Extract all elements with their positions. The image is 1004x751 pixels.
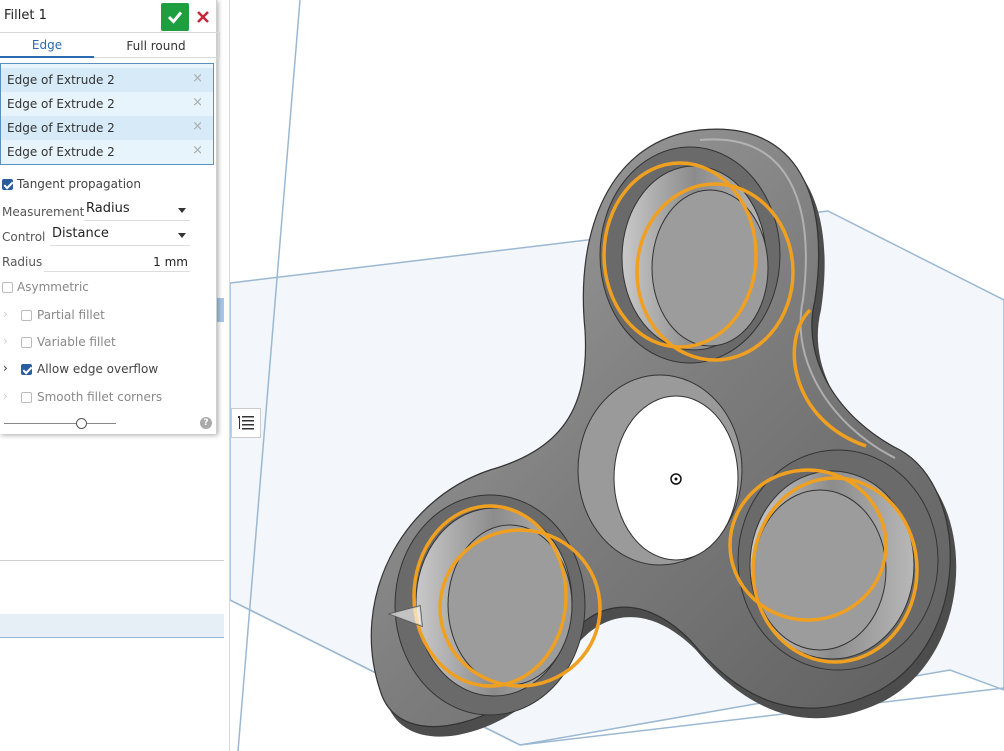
variable-fillet-checkbox[interactable]: [21, 337, 32, 348]
selection-label: Edge of Extrude 2: [7, 145, 115, 159]
chevron-down-icon: [178, 208, 186, 213]
feature-list-icon: [238, 416, 254, 430]
chevron-down-icon: [178, 233, 186, 238]
partial-fillet-label: Partial fillet: [37, 308, 105, 322]
slider-handle[interactable]: [76, 418, 87, 429]
chevron-right-icon[interactable]: ›: [3, 361, 8, 375]
feature-list-highlight-row[interactable]: [0, 614, 224, 638]
asymmetric-checkbox[interactable]: [2, 282, 13, 293]
control-label: Control: [2, 230, 46, 244]
panel-divider: [0, 560, 224, 561]
control-select[interactable]: Distance: [50, 224, 190, 246]
bearing-top[interactable]: [599, 146, 781, 364]
confirm-button[interactable]: [161, 3, 189, 31]
remove-selection-button[interactable]: ×: [192, 143, 203, 158]
tangent-propagation-checkbox[interactable]: [2, 179, 13, 190]
edge-selection-list[interactable]: Edge of Extrude 2 × Edge of Extrude 2 × …: [0, 63, 214, 165]
list-item[interactable]: Edge of Extrude 2 ×: [1, 68, 213, 92]
fillet-dialog: Fillet 1 Edge Full round Edge of Extrude…: [0, 0, 220, 434]
remove-selection-button[interactable]: ×: [192, 71, 203, 86]
list-item[interactable]: Edge of Extrude 2 ×: [1, 140, 213, 164]
allow-edge-overflow-checkbox[interactable]: [21, 364, 32, 375]
allow-edge-overflow-label: Allow edge overflow: [37, 362, 159, 376]
measurement-value: Radius: [86, 201, 130, 216]
tolerance-slider[interactable]: [4, 418, 116, 429]
model-scene[interactable]: [230, 0, 1004, 751]
smooth-fillet-corners-label: Smooth fillet corners: [37, 390, 163, 404]
variable-fillet-label: Variable fillet: [37, 335, 116, 349]
dialog-header: Fillet 1: [0, 0, 217, 32]
check-icon: [167, 11, 183, 24]
help-icon[interactable]: ?: [200, 417, 212, 429]
smooth-fillet-corners-checkbox[interactable]: [21, 392, 32, 403]
close-icon: [197, 11, 209, 23]
graphics-viewport[interactable]: [230, 0, 1004, 751]
chevron-right-icon[interactable]: ›: [3, 389, 8, 403]
asymmetric-label: Asymmetric: [17, 280, 89, 294]
selection-label: Edge of Extrude 2: [7, 97, 115, 111]
feature-list-toggle-button[interactable]: [231, 408, 261, 438]
chevron-right-icon[interactable]: ›: [3, 334, 8, 348]
radius-value: 1 mm: [153, 255, 188, 269]
radius-label: Radius: [2, 255, 43, 269]
tangent-propagation-label: Tangent propagation: [17, 177, 141, 191]
fillet-type-tabs: Edge Full round: [0, 32, 220, 58]
panel-scroll-marker: [216, 298, 224, 322]
selection-label: Edge of Extrude 2: [7, 73, 115, 87]
tab-full-round[interactable]: Full round: [94, 33, 218, 58]
center-hub[interactable]: [577, 374, 743, 566]
list-item[interactable]: Edge of Extrude 2 ×: [1, 116, 213, 140]
selection-label: Edge of Extrude 2: [7, 121, 115, 135]
remove-selection-button[interactable]: ×: [192, 95, 203, 110]
chevron-right-icon[interactable]: ›: [3, 307, 8, 321]
measurement-label: Measurement: [2, 205, 85, 219]
tab-edge[interactable]: Edge: [0, 33, 94, 58]
measurement-select[interactable]: Radius: [84, 199, 190, 221]
cancel-button[interactable]: [192, 6, 214, 28]
list-item[interactable]: Edge of Extrude 2 ×: [1, 92, 213, 116]
radius-input[interactable]: 1 mm: [44, 252, 190, 272]
dialog-title: Fillet 1: [4, 8, 47, 23]
partial-fillet-checkbox[interactable]: [21, 310, 32, 321]
remove-selection-button[interactable]: ×: [192, 119, 203, 134]
control-value: Distance: [52, 226, 109, 241]
bearing-right[interactable]: [737, 449, 939, 671]
